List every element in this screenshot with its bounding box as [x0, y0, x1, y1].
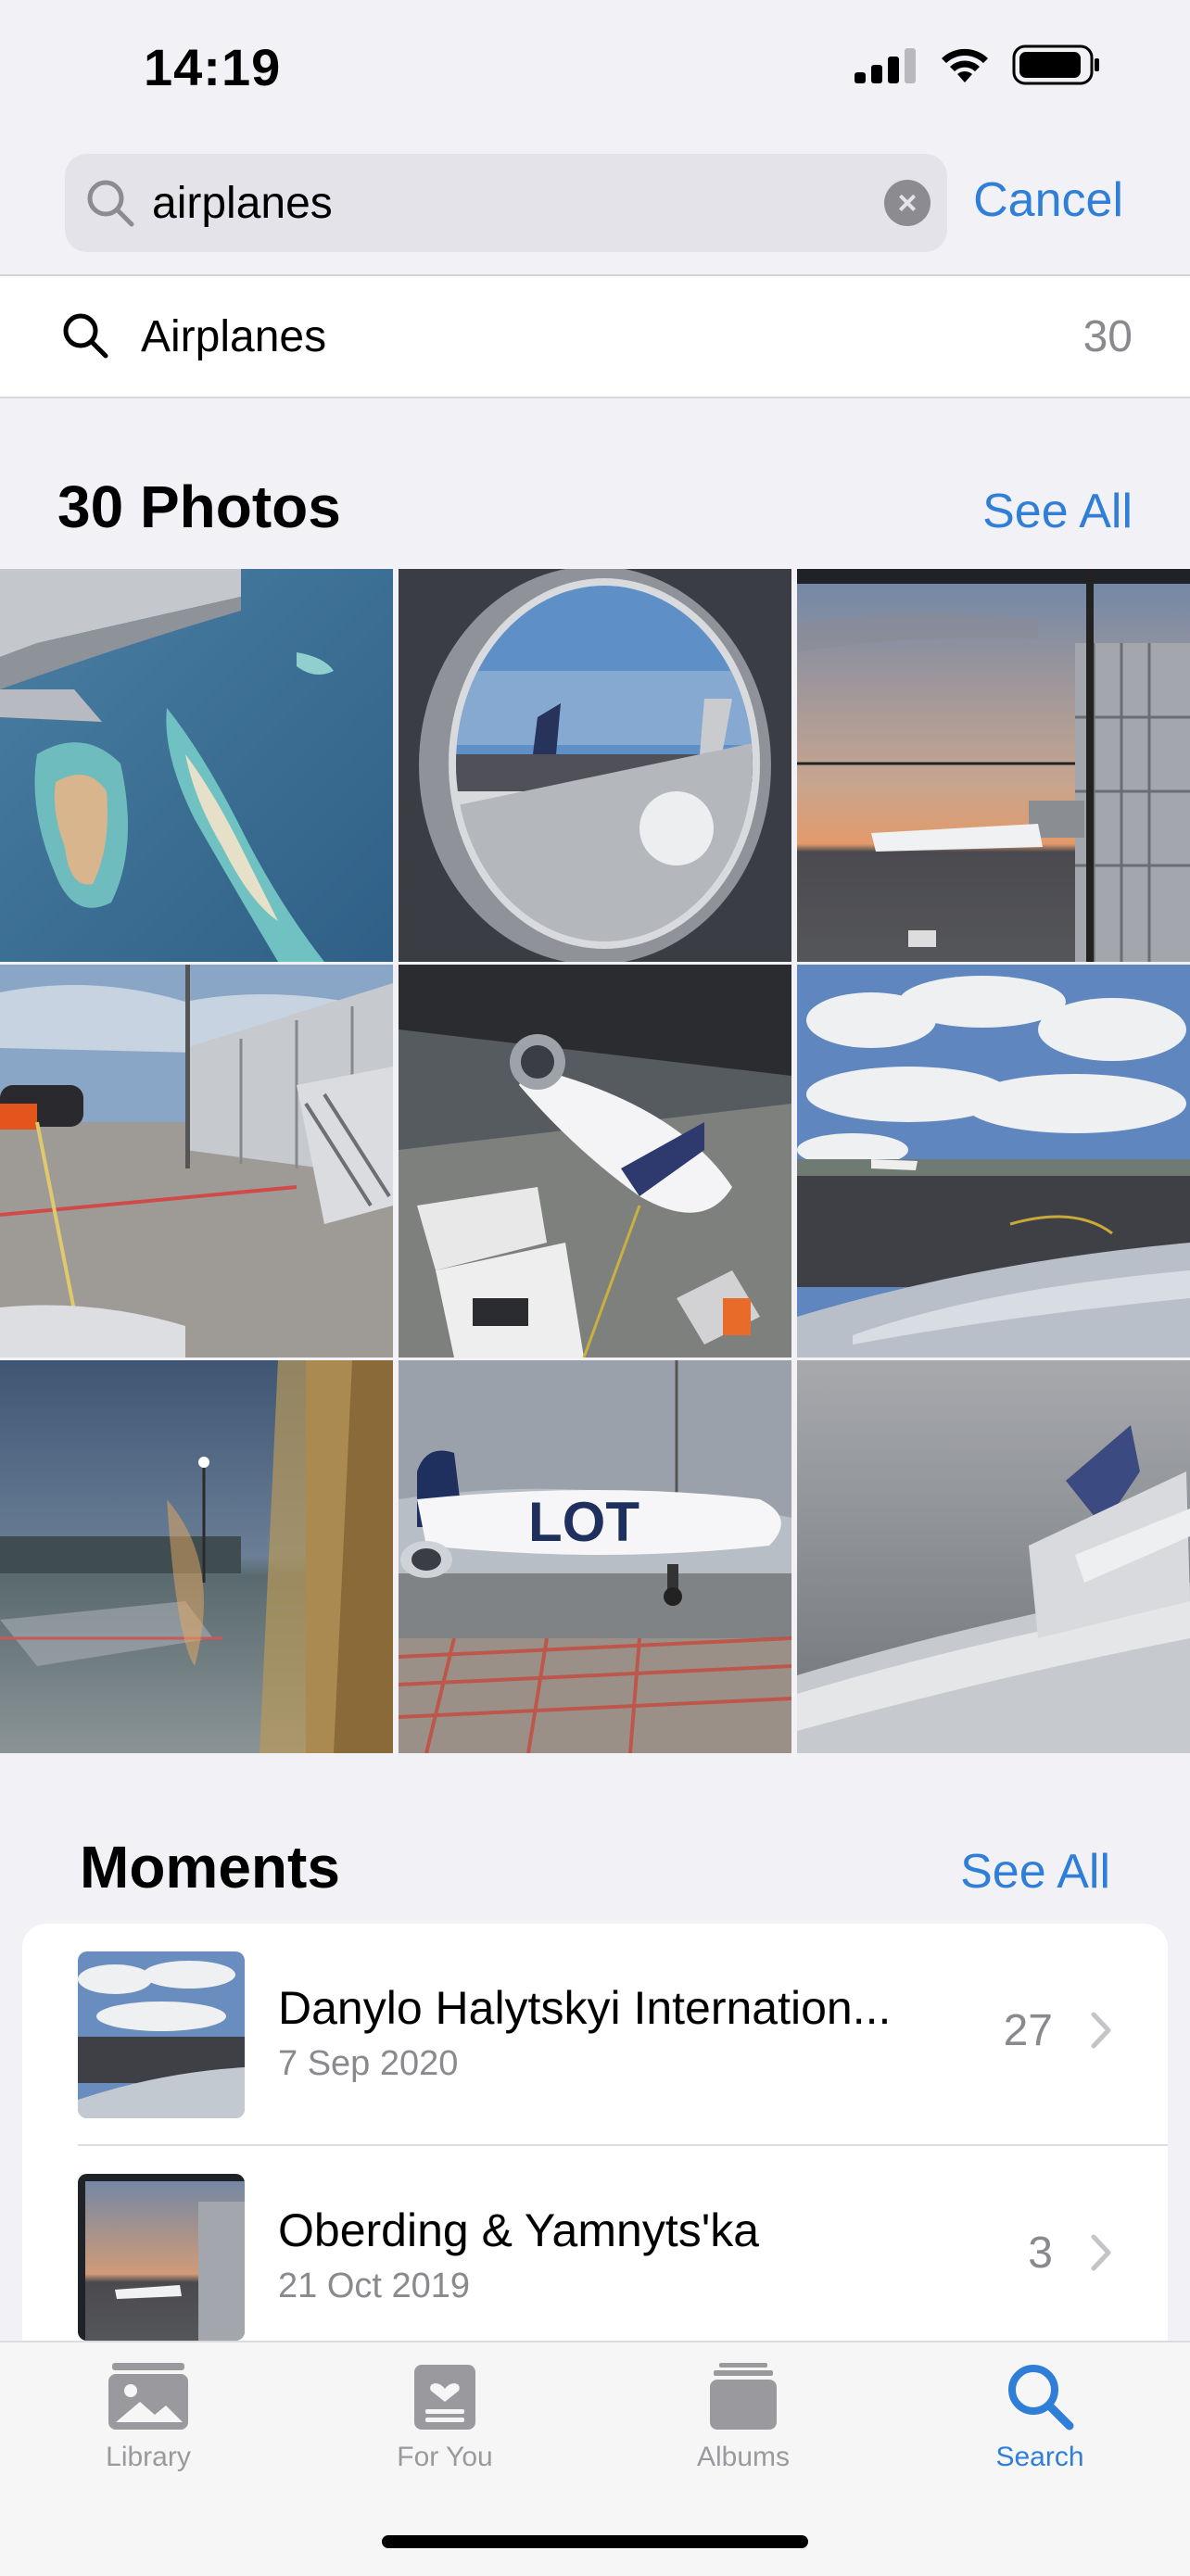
photo-grid: LOT: [0, 569, 1190, 1753]
photo-thumbnail[interactable]: [797, 965, 1190, 1357]
moment-count: 27: [1003, 2006, 1053, 2055]
tab-for-you[interactable]: For You: [334, 2361, 556, 2473]
search-icon: [1008, 2365, 1074, 2431]
cellular-signal-icon: [855, 48, 916, 83]
moment-thumbnail: [78, 1951, 245, 2118]
photo-thumbnail[interactable]: [399, 569, 791, 962]
photo-thumbnail[interactable]: [797, 1360, 1190, 1753]
clear-search-button[interactable]: ×: [884, 180, 930, 226]
tab-albums[interactable]: Albums: [632, 2361, 855, 2473]
photo-thumbnail[interactable]: [797, 569, 1190, 962]
photo-thumbnail[interactable]: [0, 965, 393, 1357]
moment-title: Oberding & Yamnyts'ka: [278, 2204, 760, 2256]
suggestion-label: Airplanes: [141, 312, 327, 361]
search-suggestion-row[interactable]: Airplanes 30: [0, 276, 1190, 398]
tab-label: Library: [106, 2442, 191, 2472]
photo-thumbnail[interactable]: [0, 569, 393, 962]
svg-text:LOT: LOT: [528, 1491, 639, 1553]
moment-row[interactable]: Danylo Halytskyi Internation... 7 Sep 20…: [22, 1924, 1168, 2146]
moments-section-title: Moments: [80, 1834, 340, 1900]
for-you-icon: [414, 2365, 475, 2430]
tab-search[interactable]: Search: [929, 2361, 1151, 2473]
chevron-right-icon: [1091, 2012, 1111, 2049]
cancel-button[interactable]: Cancel: [973, 172, 1123, 228]
tab-label: For You: [397, 2442, 493, 2472]
tab-label: Albums: [696, 2442, 791, 2472]
tab-library[interactable]: Library: [37, 2361, 260, 2473]
moment-thumbnail: [78, 2174, 245, 2341]
tab-label: Search: [995, 2442, 1084, 2472]
moments-see-all-button[interactable]: See All: [960, 1844, 1110, 1900]
suggestion-count: 30: [1082, 312, 1133, 361]
moment-title: Danylo Halytskyi Internation...: [278, 1982, 892, 2034]
status-time: 14:19: [144, 38, 282, 96]
status-icons: [855, 44, 1101, 85]
albums-icon: [710, 2363, 777, 2430]
moment-date: 7 Sep 2020: [278, 2044, 459, 2083]
search-input-value[interactable]: airplanes: [152, 178, 884, 229]
search-icon: [63, 313, 108, 359]
home-indicator[interactable]: [382, 2535, 808, 2548]
photo-thumbnail[interactable]: LOT: [399, 1360, 791, 1753]
photos-library-icon: [108, 2363, 188, 2430]
photos-section-title: 30 Photos: [57, 474, 341, 540]
clear-icon: ×: [897, 183, 918, 221]
search-input[interactable]: airplanes ×: [65, 154, 947, 252]
wifi-icon: [942, 48, 988, 82]
photos-see-all-button[interactable]: See All: [982, 484, 1133, 539]
chevron-right-icon: [1091, 2234, 1111, 2271]
photo-thumbnail[interactable]: [399, 965, 791, 1357]
moment-date: 21 Oct 2019: [278, 2267, 471, 2305]
moment-row[interactable]: Oberding & Yamnyts'ka 21 Oct 2019 3: [22, 2146, 1168, 2368]
search-icon: [87, 180, 134, 227]
battery-icon: [1012, 44, 1099, 85]
moment-count: 3: [1028, 2229, 1053, 2278]
photo-thumbnail[interactable]: [0, 1360, 393, 1753]
